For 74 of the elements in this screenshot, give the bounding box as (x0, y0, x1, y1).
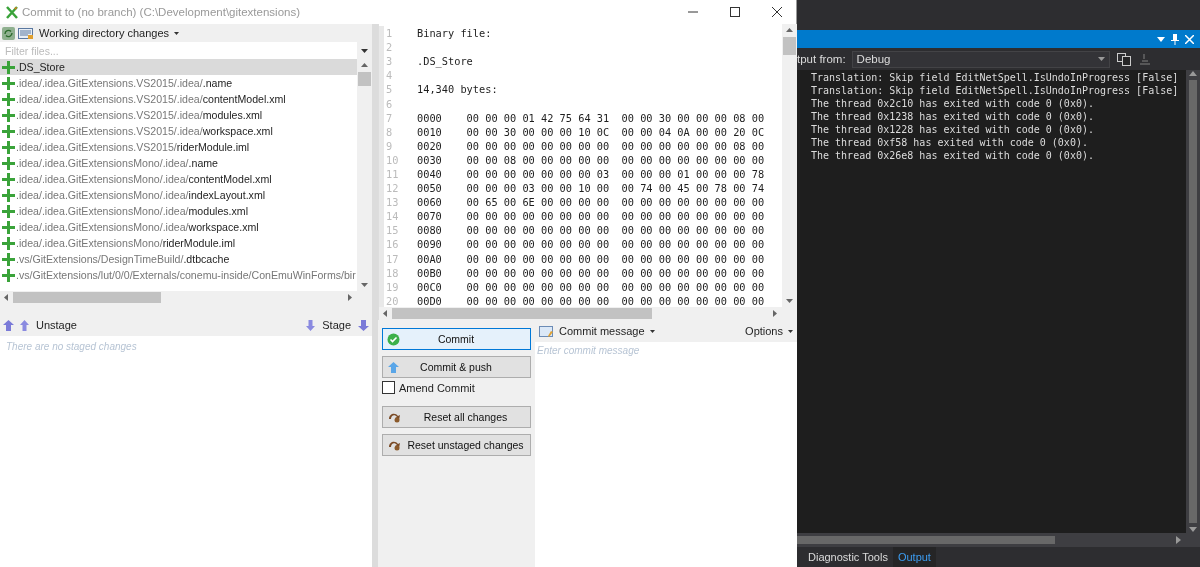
code-line: 00C0 00 00 00 00 00 00 00 00 00 00 00 00 00 00 00 00 (417, 280, 765, 293)
line-number: 1 (379, 26, 417, 41)
output-line: The thread 0x2c10 has exited with code 0 (0x0). (811, 98, 1095, 111)
output-source-label: tput from: (797, 53, 846, 65)
line-number: 14 (379, 209, 417, 224)
line-number: 5 (379, 82, 417, 97)
code-line: 0070 00 00 00 00 00 00 00 00 00 00 00 00 00 00 00 00 (417, 210, 765, 223)
line-number: 10 (379, 152, 417, 167)
reset-button[interactable]: Reset all changes (382, 406, 531, 428)
commit-push-button[interactable]: Commit & push (382, 356, 531, 378)
line-number: 13 (379, 195, 417, 210)
line-number: 15 (379, 223, 417, 238)
file-item[interactable]: .idea/.idea.GitExtensionsMono/riderModule.iml (0, 235, 357, 251)
line-number: 8 (379, 124, 417, 139)
line-number: 17 (379, 251, 417, 266)
code-line: 0080 00 00 00 00 00 00 00 00 00 00 00 00 00 00 00 00 (417, 224, 765, 237)
line-number: 6 (379, 96, 417, 111)
panel-tab[interactable]: Diagnostic Tools (803, 547, 893, 567)
reset-button[interactable]: Reset unstaged changes (382, 434, 531, 456)
line-number: 12 (379, 181, 417, 196)
file-item[interactable]: .DS_Store (0, 59, 357, 75)
code-line: 0010 00 00 30 00 00 00 10 0C 00 00 04 0A 00 00 20 0C (417, 125, 765, 138)
code-line: 0020 00 00 00 00 00 00 00 00 00 00 00 00 00 00 08 00 (417, 139, 765, 152)
unstage-button[interactable]: Unstage (34, 319, 79, 331)
code-line: 0040 00 00 00 00 00 00 00 03 00 00 00 01 00 00 00 78 (417, 168, 765, 180)
line-number: 11 (379, 166, 417, 182)
code-line: 0030 00 00 08 00 00 00 00 00 00 00 00 00 00 00 00 00 (417, 153, 765, 166)
code-line: 00D0 00 00 00 00 00 00 00 00 00 00 00 00 00 00 00 00 (417, 294, 765, 307)
output-line: The thread 0xf58 has exited with code 0 (0x0). (811, 137, 1089, 150)
amend-label: Amend Commit (399, 381, 475, 394)
code-line: 00A0 00 00 00 00 00 00 00 00 00 00 00 00 00 00 00 00 (417, 252, 765, 265)
file-item[interactable]: .idea/.idea.GitExtensions.VS2015/.idea/workspace.xml (0, 123, 357, 139)
line-number: 16 (379, 237, 417, 252)
file-item[interactable]: .idea/.idea.GitExtensions.VS2015/.idea/contentModel.xml (0, 91, 357, 107)
commit-button[interactable]: Commit (382, 328, 531, 350)
file-item[interactable]: .idea/.idea.GitExtensionsMono/.idea/workspace.xml (0, 219, 357, 235)
options-dropdown[interactable]: Options (743, 325, 785, 337)
output-source-dropdown[interactable]: Debug (851, 50, 1110, 68)
filter-field[interactable]: Filter files... (0, 42, 357, 59)
file-item[interactable]: .idea/.idea.GitExtensionsMono/.idea/indexLayout.xml (0, 187, 357, 203)
code-line: 0090 00 00 00 00 00 00 00 00 00 00 00 00 00 00 00 00 (417, 238, 765, 251)
code-line: 0060 00 65 00 6E 00 00 00 00 00 00 00 00 00 00 00 00 (417, 196, 765, 209)
code-line: .DS_Store (417, 55, 473, 68)
commit-message-dropdown[interactable]: Commit message (557, 325, 647, 337)
line-number: 18 (379, 265, 417, 280)
code-line: 0000 00 00 00 01 42 75 64 31 00 00 30 00 00 00 08 00 (417, 111, 765, 124)
panel-tab[interactable]: Output (892, 547, 936, 567)
file-item[interactable]: .idea/.idea.GitExtensions.VS2015/.idea/.name (0, 75, 357, 91)
window-title: Commit to (no branch) (C:\Development\gitextensions) (22, 6, 302, 18)
output-line: The thread 0x1228 has exited with code 0 (0x0). (811, 124, 1095, 137)
code-line: 14,340 bytes: (417, 83, 498, 96)
code-line: 00B0 00 00 00 00 00 00 00 00 00 00 00 00 00 00 00 00 (417, 266, 765, 279)
file-item[interactable]: .idea/.idea.GitExtensions.VS2015/.idea/modules.xml (0, 107, 357, 123)
file-item[interactable]: .vs/GitExtensions/DesignTimeBuild/.dtbcache (0, 251, 357, 267)
output-line: The thread 0x26e8 has exited with code 0 (0x0). (811, 150, 1095, 163)
line-number: 2 (379, 40, 417, 55)
stage-button[interactable]: Stage (320, 319, 353, 331)
file-item[interactable]: .idea/.idea.GitExtensionsMono/.idea/modules.xml (0, 203, 357, 219)
line-number: 4 (379, 68, 417, 83)
line-number: 3 (379, 54, 417, 69)
file-item[interactable]: .idea/.idea.GitExtensionsMono/.idea/contentModel.xml (0, 171, 357, 187)
output-line: Translation: Skip field EditNetSpell.IsUndoInProgress [False] (811, 72, 1180, 85)
file-item[interactable]: .idea/.idea.GitExtensionsMono/.idea/.name (0, 155, 357, 171)
line-number: 9 (379, 138, 417, 153)
view-dropdown[interactable]: Working directory changes (37, 27, 172, 39)
file-item[interactable]: .vs/GitExtensions/lut/0/0/Externals/conemu-inside/ConEmuWinForms/bir (0, 267, 357, 283)
output-line: Translation: Skip field EditNetSpell.IsUndoInProgress [False] (811, 85, 1180, 98)
output-line: The thread 0x1238 has exited with code 0 (0x0). (811, 111, 1095, 124)
code-line: 0050 00 00 00 03 00 00 10 00 00 74 00 45 00 78 00 74 (417, 182, 765, 195)
line-number: 19 (379, 279, 417, 294)
empty-staged-message: There are no staged changes (5, 340, 138, 354)
line-number: 7 (379, 110, 417, 125)
file-item[interactable]: .idea/.idea.GitExtensions.VS2015/riderModule.iml (0, 139, 357, 155)
code-line: Binary file: (417, 27, 492, 40)
